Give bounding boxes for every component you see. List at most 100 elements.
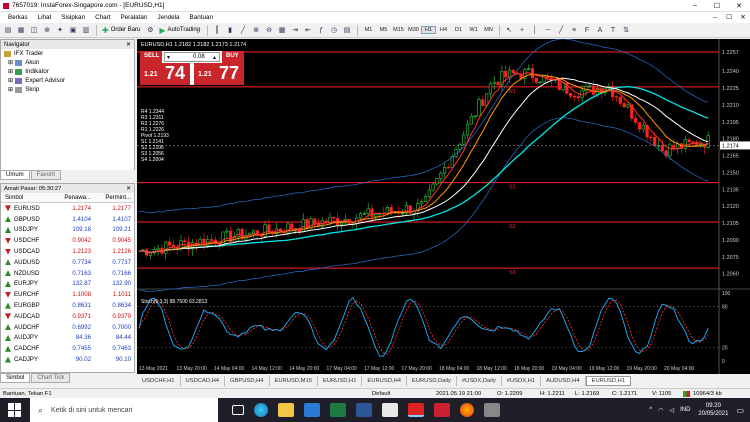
trendline-icon[interactable]: ╱ [555,25,567,36]
cursor-icon[interactable]: ↖ [503,25,515,36]
autotrading-button[interactable]: ▶ AutoTrading [159,26,200,35]
buy-button[interactable]: BUY [222,51,244,63]
terminal-icon[interactable]: ▣ [67,25,79,36]
channel-icon[interactable]: ≡ [568,25,580,36]
timeframe-h4[interactable]: H4 [436,27,451,33]
tray-chevron-icon[interactable]: ^ [649,407,652,413]
edge-icon[interactable] [254,403,268,417]
app-icon[interactable] [484,403,500,417]
tile-icon[interactable]: ▦ [276,25,288,36]
timeframe-m30[interactable]: M30 [406,27,421,33]
price-chart[interactable]: 1.2257 1.2240 1.2225 1.2210 1.2195 1.21 80 1.21… [137,39,750,374]
chart-tab[interactable]: USDCAD,H4 [181,376,226,386]
start-icon[interactable] [8,403,22,417]
tab-favorites[interactable]: Favorit [30,170,62,180]
tab-common[interactable]: Umum [0,170,30,180]
excel-icon[interactable] [330,403,346,417]
chart-tab[interactable]: #USDX,H1 [502,376,542,386]
firefox-icon[interactable] [460,403,474,417]
mdi-restore-button[interactable]: ☐ [722,14,736,21]
tester-icon[interactable]: ▥ [80,25,92,36]
chart-tab[interactable]: EURUSD,H1 [585,376,632,386]
close-icon[interactable]: ✕ [126,41,131,48]
expand-icon[interactable]: ⊞ [8,68,13,75]
market-watch-row[interactable]: EURGBP 0.8631 0.8634 [1,300,134,311]
market-watch-row[interactable]: AUDJPY 84.36 84.44 [1,333,134,344]
tab-symbols[interactable]: Simbol [0,373,31,383]
metaeditor-icon[interactable]: ⚙ [144,25,156,36]
market-watch-row[interactable]: EURCHF 1.1008 1.1011 [1,289,134,300]
text-icon[interactable]: A [594,25,606,36]
line-chart-icon[interactable]: ╱ [237,25,249,36]
tree-item-accounts[interactable]: ⊞ Akun [4,58,134,67]
timeframe-w1[interactable]: W1 [466,27,481,33]
file-explorer-icon[interactable] [278,403,294,417]
timeframe-d1[interactable]: D1 [451,27,466,33]
candle-chart-icon[interactable]: ▮ [224,25,236,36]
label-icon[interactable]: T [607,25,619,36]
clock[interactable]: 09.20 20/05/2021 [698,402,728,418]
templates-icon[interactable]: ▤ [341,25,353,36]
market-watch-row[interactable]: CADCHF 0.7455 0.7463 [1,343,134,354]
zoom-in-icon[interactable]: ⊕ [250,25,262,36]
profiles-icon[interactable]: ▦ [15,25,27,36]
timeframe-m1[interactable]: M1 [361,27,376,33]
data-window-icon[interactable]: ⊕ [41,25,53,36]
menu-file[interactable]: Berkas [8,14,28,21]
indicators-icon[interactable]: ƒ [315,25,327,36]
market-watch-row[interactable]: USDJPY 109.18 109.21 [1,225,134,236]
chart-tab[interactable]: EURUSD,H4 [362,376,407,386]
navigator-icon[interactable]: ✦ [54,25,66,36]
chart-tab[interactable]: EURUSD,M15 [270,376,318,386]
column-bid[interactable]: Penawa... [53,195,93,201]
expand-icon[interactable]: ⊞ [8,59,13,66]
notifications-icon[interactable]: ▭ [736,406,744,415]
task-view-icon[interactable] [232,405,244,415]
column-ask[interactable]: Permint... [93,195,133,201]
vertical-line-icon[interactable]: │ [529,25,541,36]
chart-tab[interactable]: EURUSD,H1 [318,376,363,386]
chart-tab[interactable]: GBPUSD,H4 [225,376,270,386]
wifi-icon[interactable]: ◠ [658,407,663,414]
chart-shift-icon[interactable]: ⇤ [302,25,314,36]
market-watch-icon[interactable]: ◫ [28,25,40,36]
buy-price[interactable]: 1.21 77 [194,63,244,85]
market-watch-row[interactable]: AUDUSD 0.7734 0.7737 [1,257,134,268]
mdi-minimize-button[interactable]: – [708,14,722,21]
horizontal-line-icon[interactable]: ─ [542,25,554,36]
expand-icon[interactable]: ⊞ [8,77,13,84]
timeframe-mn[interactable]: MN [481,27,496,33]
app-icon[interactable] [382,403,398,417]
word-icon[interactable] [356,403,372,417]
language-indicator[interactable]: IND [680,407,690,413]
chart-tab[interactable]: EURUSD,Daily [407,376,457,386]
market-watch-row[interactable]: GBPUSD 1.4104 1.4107 [1,214,134,225]
tree-item-root[interactable]: IFX Trader [4,49,134,58]
timeframe-h1[interactable]: H1 [421,26,437,34]
column-symbol[interactable]: Simbol [1,195,53,201]
volume-icon[interactable]: ◁ [669,407,674,414]
expand-icon[interactable]: ⊞ [8,86,13,93]
market-watch-row[interactable]: AUDCAD 0.9371 0.9379 [1,311,134,322]
timeframe-m15[interactable]: M15 [391,27,406,33]
fibonacci-icon[interactable]: F [581,25,593,36]
menu-help[interactable]: Bantuan [190,14,213,21]
market-watch-row[interactable]: USDCHF 0.9042 0.9045 [1,235,134,246]
lot-size-input[interactable]: ▾ 0.08 ▴ [164,52,220,62]
new-order-button[interactable]: ✚ Order Baru [102,26,140,35]
market-watch-row[interactable]: CADJPY 90.02 90.10 [1,354,134,365]
sell-button[interactable]: SELL [140,51,162,63]
chart-window[interactable]: 1.2257 1.2240 1.2225 1.2210 1.2195 1.21 80 1.21… [137,39,750,374]
menu-tools[interactable]: Peralatan [120,14,147,21]
menu-window[interactable]: Jendela [157,14,179,21]
market-watch-row[interactable]: NZDUSD 0.7163 0.7166 [1,268,134,279]
taskbar-search[interactable]: ⌕ Ketik di sini untuk mencari [30,398,218,422]
chart-tab[interactable]: #USDX,Daily [457,376,502,386]
menu-view[interactable]: Lihat [38,14,52,21]
close-icon[interactable]: ✕ [126,186,131,192]
mdi-close-button[interactable]: ✕ [736,14,750,21]
period-icon[interactable]: ◷ [328,25,340,36]
zoom-out-icon[interactable]: ⊖ [263,25,275,36]
app-icon[interactable] [434,403,450,417]
market-watch-row[interactable]: EURJPY 132.87 132.90 [1,279,134,290]
